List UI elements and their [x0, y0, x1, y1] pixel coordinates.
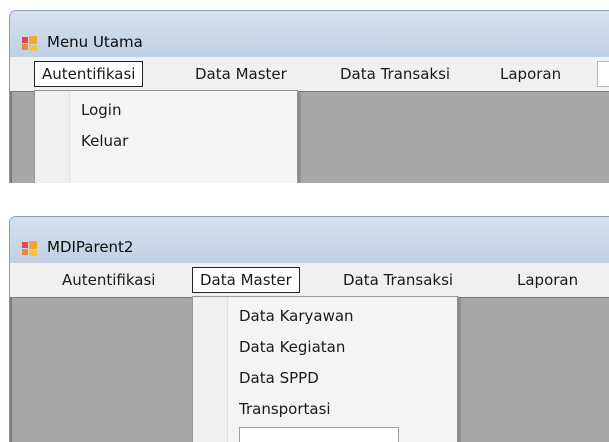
menu-item-transportasi[interactable]: Transportasi	[193, 396, 457, 422]
menu-laporan[interactable]: Laporan	[510, 267, 585, 293]
title-bar[interactable]: Menu Utama	[10, 11, 609, 57]
mdiparent2-window: MDIParent2 Autentifikasi Data Master Dat…	[9, 216, 609, 442]
window-title: MDIParent2	[47, 238, 134, 256]
menu-data-master[interactable]: Data Master	[188, 61, 294, 87]
menu-bar: Autentifikasi Data Master Data Transaksi…	[10, 263, 609, 297]
menu-autentifikasi[interactable]: Autentifikasi	[34, 61, 144, 87]
menu-item-keluar[interactable]: Keluar	[35, 128, 297, 154]
windows-form-icon	[22, 241, 38, 256]
window-title: Menu Utama	[47, 33, 143, 51]
menu-overflow-item[interactable]	[597, 61, 609, 87]
menu-data-master[interactable]: Data Master	[192, 267, 300, 293]
windows-form-icon	[22, 36, 38, 51]
menu-laporan[interactable]: Laporan	[493, 61, 568, 87]
menu-item-login[interactable]: Login	[35, 97, 297, 123]
autentifikasi-dropdown: Login Keluar	[34, 90, 298, 183]
menu-bar: Autentifikasi Data Master Data Transaksi…	[10, 57, 609, 91]
title-bar[interactable]: MDIParent2	[10, 217, 609, 263]
menu-item-data-sppd[interactable]: Data SPPD	[193, 365, 457, 391]
menu-item-data-kegiatan[interactable]: Data Kegiatan	[193, 334, 457, 360]
main-menu-window: Menu Utama Autentifikasi Data Master Dat…	[9, 10, 609, 183]
menu-item-data-karyawan[interactable]: Data Karyawan	[193, 303, 457, 329]
menu-data-transaksi[interactable]: Data Transaksi	[333, 61, 457, 87]
dropdown-partial-item[interactable]	[239, 427, 399, 442]
menu-data-transaksi[interactable]: Data Transaksi	[336, 267, 460, 293]
data-master-dropdown: Data Karyawan Data Kegiatan Data SPPD Tr…	[192, 296, 458, 442]
menu-autentifikasi[interactable]: Autentifikasi	[55, 267, 162, 293]
